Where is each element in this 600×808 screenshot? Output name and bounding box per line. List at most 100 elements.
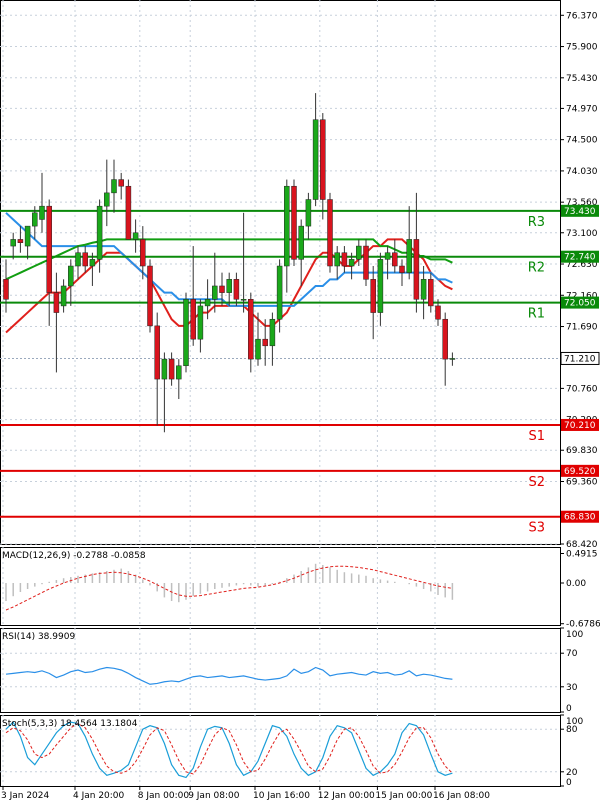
- x-tick-label: 8 Jan 00:00: [138, 791, 190, 801]
- level-price-label: 72.740: [564, 253, 596, 263]
- candle-body[interactable]: [334, 252, 340, 267]
- candle-body[interactable]: [132, 232, 139, 240]
- trading-chart[interactable]: 76.370 75.900 75.430 74.970 74.500 74.030 73.5…: [0, 0, 600, 804]
- macd-y-tick-label: -0.6786: [566, 620, 600, 630]
- y-tick-label: 75.900: [566, 43, 598, 53]
- candle-body[interactable]: [392, 252, 398, 267]
- rsi-title: RSI(14) 38.9909: [2, 632, 75, 642]
- candle-body[interactable]: [305, 199, 312, 227]
- candle-body[interactable]: [17, 239, 24, 243]
- x-tick-label: 3 Jan 2024: [1, 791, 49, 801]
- candle-body[interactable]: [269, 318, 276, 347]
- y-tick-label: 71.690: [566, 323, 598, 333]
- x-tick-label: 4 Jan 20:00: [73, 791, 125, 801]
- candle-body[interactable]: [197, 305, 204, 340]
- candle-body[interactable]: [428, 279, 434, 307]
- candle-body[interactable]: [276, 265, 283, 320]
- candle-body[interactable]: [291, 185, 297, 260]
- candle-body[interactable]: [176, 365, 182, 380]
- y-tick-label: 69.830: [566, 446, 598, 456]
- x-tick-label: 16 Jan 08:00: [433, 791, 490, 801]
- candle-body[interactable]: [219, 285, 225, 293]
- level-price-label: 69.520: [564, 467, 596, 477]
- candle-body[interactable]: [161, 358, 168, 380]
- y-tick-label: 70.760: [566, 384, 598, 394]
- stoch-y-tick-label: 80: [566, 725, 578, 735]
- candle-body[interactable]: [370, 279, 376, 313]
- stoch-y-tick-label: 20: [566, 768, 578, 778]
- candle-body[interactable]: [75, 252, 81, 267]
- candle-body[interactable]: [442, 318, 448, 360]
- candle-body[interactable]: [240, 299, 247, 301]
- rsi-y-tick-label: 30: [566, 683, 578, 693]
- macd-y-tick-label: 0.00: [566, 579, 586, 589]
- level-name-r3: R3: [528, 215, 545, 230]
- level-price-label: 68.830: [564, 513, 596, 523]
- candle-body[interactable]: [384, 252, 391, 260]
- candle-body[interactable]: [262, 338, 268, 347]
- level-name-r2: R2: [528, 261, 545, 276]
- candle-body[interactable]: [68, 265, 74, 287]
- candle-body[interactable]: [125, 185, 132, 240]
- x-tick-label: 10 Jan 16:00: [253, 791, 310, 801]
- level-price-label: 72.050: [564, 299, 596, 309]
- y-tick-label: 76.370: [566, 11, 598, 21]
- x-tick-label: 12 Jan 00:00: [318, 791, 375, 801]
- candle-body[interactable]: [298, 225, 304, 260]
- candle-body[interactable]: [449, 358, 456, 360]
- candle-body[interactable]: [284, 185, 290, 267]
- macd-y-tick-label: 0.4915: [566, 550, 598, 560]
- level-name-s3: S3: [528, 521, 545, 536]
- x-tick-label: 15 Jan 00:00: [375, 791, 432, 801]
- current-price-label: 71.210: [564, 354, 596, 364]
- candle-body[interactable]: [60, 285, 67, 307]
- candle-body[interactable]: [10, 239, 16, 247]
- chart-canvas[interactable]: 76.37075.90075.43074.97074.50074.03073.5…: [0, 0, 600, 804]
- candle-body[interactable]: [24, 225, 31, 247]
- candle-body[interactable]: [39, 205, 45, 220]
- candle-body[interactable]: [46, 205, 52, 293]
- candle-body[interactable]: [377, 259, 384, 313]
- candle-body[interactable]: [435, 305, 441, 320]
- candle-body[interactable]: [32, 212, 38, 227]
- candle-body[interactable]: [327, 199, 333, 267]
- candle-body[interactable]: [190, 299, 196, 340]
- y-tick-label: 74.970: [566, 104, 598, 114]
- candle-body[interactable]: [168, 358, 175, 380]
- candle-body[interactable]: [341, 252, 348, 267]
- candle-body[interactable]: [204, 299, 211, 307]
- macd-title: MACD(12,26,9) -0.2788 -0.0858: [2, 551, 146, 561]
- level-name-s1: S1: [528, 429, 545, 444]
- candle-body[interactable]: [420, 279, 427, 300]
- candle-body[interactable]: [406, 239, 412, 273]
- rsi-y-tick-label: 70: [566, 649, 578, 659]
- candle-body[interactable]: [147, 265, 153, 327]
- candle-body[interactable]: [183, 299, 189, 367]
- candle-body[interactable]: [154, 325, 160, 380]
- candle-body[interactable]: [82, 252, 88, 267]
- candle-body[interactable]: [413, 239, 420, 300]
- candle-body[interactable]: [356, 245, 362, 260]
- candle-body[interactable]: [89, 259, 96, 267]
- candle-body[interactable]: [226, 279, 232, 293]
- candle-body[interactable]: [212, 285, 218, 300]
- candle-body[interactable]: [3, 279, 9, 300]
- candle-body[interactable]: [399, 265, 405, 273]
- candle-body[interactable]: [140, 239, 146, 267]
- candle-body[interactable]: [312, 119, 319, 200]
- candle-body[interactable]: [111, 179, 117, 194]
- candle-body[interactable]: [248, 299, 254, 360]
- rsi-y-tick-label: 0: [566, 704, 572, 714]
- candle-body[interactable]: [320, 119, 326, 200]
- candle-body[interactable]: [96, 205, 103, 260]
- candle-body[interactable]: [104, 192, 110, 207]
- candle-body[interactable]: [348, 259, 355, 267]
- candle-body[interactable]: [363, 245, 369, 280]
- candle-body[interactable]: [233, 279, 240, 300]
- candle-body[interactable]: [53, 292, 60, 313]
- y-tick-label: 68.420: [566, 540, 598, 550]
- candle-body[interactable]: [118, 179, 124, 187]
- y-tick-label: 74.030: [566, 167, 598, 177]
- candle-body[interactable]: [255, 338, 261, 360]
- level-name-r1: R1: [528, 307, 545, 322]
